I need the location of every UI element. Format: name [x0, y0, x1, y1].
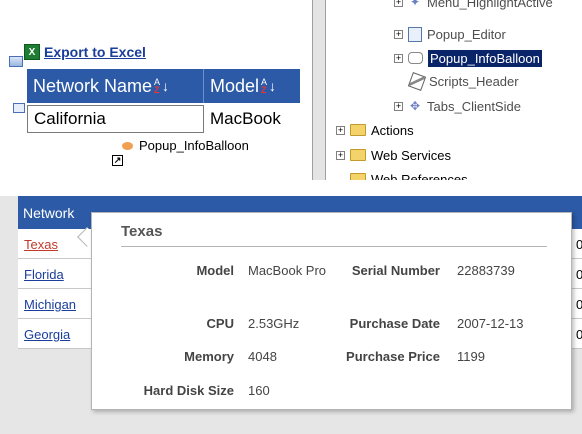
page-icon: ✦ — [409, 0, 421, 9]
row-trailing-value: 0 — [576, 297, 582, 312]
tree-item-label: Scripts_Header — [429, 73, 519, 89]
row-trailing-value: 0 — [576, 327, 582, 342]
purchase-date-value: 2007-12-13 — [457, 316, 524, 331]
tree-item-label: Web References — [371, 171, 468, 181]
tree-item-web-references[interactable]: Web References — [350, 169, 468, 180]
sort-arrow-icon: ↓ — [269, 78, 277, 94]
column-header-label: Network Name — [33, 75, 153, 96]
serial-number-value: 22883739 — [457, 263, 515, 278]
tree-item-label-selected: Popup_InfoBalloon — [428, 49, 542, 67]
tabs-icon: ✥ — [409, 99, 421, 113]
model-value: MacBook Pro — [248, 263, 327, 278]
model-label: Model — [196, 263, 234, 278]
row-link-florida[interactable]: Florida — [24, 267, 64, 282]
shortcut-arrow-icon: ↗ — [112, 155, 123, 166]
tree-item-label: Menu_HighlightActive — [427, 0, 553, 10]
model-cell: MacBook — [210, 109, 281, 128]
network-name-cell[interactable] — [27, 105, 204, 133]
tree-item-popup-editor[interactable]: + Popup_Editor — [394, 24, 506, 44]
purchase-date-label: Purchase Date — [349, 316, 440, 331]
expand-icon[interactable]: + — [336, 150, 345, 160]
purchase-price-value: 1199 — [457, 349, 485, 364]
export-to-excel-label[interactable]: Export to Excel — [44, 44, 146, 60]
tree-item-actions[interactable]: + Actions — [336, 120, 414, 140]
tree-item-label: Actions — [371, 122, 414, 138]
column-header-network-name[interactable]: Network Name A Z ↓ — [27, 69, 204, 103]
script-icon — [407, 71, 427, 91]
folder-icon — [350, 149, 366, 161]
sort-arrow-icon: ↓ — [162, 78, 170, 94]
hard-disk-size-value: 160 — [248, 383, 270, 398]
edit-row-icon[interactable] — [13, 103, 25, 113]
row-link-georgia[interactable]: Georgia — [24, 327, 70, 342]
column-header-model[interactable]: Model A Z ↓ — [204, 69, 300, 103]
folder-icon — [350, 124, 366, 136]
speech-bubble-icon — [408, 52, 423, 64]
popup-infoballoon-control[interactable]: Popup_InfoBalloon — [120, 138, 249, 153]
designer-data-row: MacBook — [27, 105, 300, 133]
folder-icon — [350, 173, 366, 180]
row-trailing-value: 0 — [576, 237, 582, 252]
expand-icon[interactable]: + — [394, 53, 403, 63]
excel-icon: X — [24, 44, 40, 60]
sort-az-icon[interactable]: A Z — [261, 78, 267, 95]
balloon-title: Texas — [121, 223, 163, 240]
tree-item-scripts-header[interactable]: Scripts_Header — [407, 71, 519, 91]
sort-glyph-bottom: Z — [261, 85, 267, 95]
expand-icon[interactable]: + — [336, 125, 345, 135]
grid-control-icon[interactable] — [9, 56, 23, 67]
info-balloon: Texas Model MacBook Pro Serial Number 22… — [91, 212, 572, 410]
serial-number-label: Serial Number — [351, 263, 440, 278]
tree-item-label: Popup_Editor — [427, 26, 506, 42]
sort-glyph-bottom: Z — [154, 85, 160, 95]
column-header-label: Model — [210, 75, 260, 96]
memory-label: Memory — [184, 349, 234, 364]
expand-icon[interactable]: + — [394, 101, 403, 111]
tree-item-popup-infoballoon[interactable]: + Popup_InfoBalloon — [394, 48, 542, 68]
designer-grid-header: Network Name A Z ↓ Model A Z ↓ — [27, 69, 300, 103]
balloon-divider — [121, 246, 547, 247]
row-trailing-value: 0 — [576, 267, 582, 282]
file-icon — [408, 26, 422, 42]
sort-az-icon[interactable]: A Z — [154, 78, 160, 95]
network-name-input[interactable] — [34, 109, 203, 129]
tree-item-tabs-clientside[interactable]: + ✥ Tabs_ClientSide — [394, 96, 521, 116]
tree-item-label: Web Services — [371, 147, 451, 163]
cpu-label: CPU — [206, 316, 234, 331]
grid-header-label[interactable]: Network — [23, 205, 74, 221]
designer-panel: X Export to Excel Network Name A Z ↓ Mod… — [0, 0, 318, 180]
hard-disk-size-label: Hard Disk Size — [143, 383, 234, 398]
balloon-icon — [120, 139, 136, 153]
expand-icon[interactable]: + — [394, 0, 403, 7]
cpu-value: 2.53GHz — [248, 316, 300, 331]
tree-item-web-services[interactable]: + Web Services — [336, 145, 451, 165]
expand-icon[interactable]: + — [394, 29, 403, 39]
row-link-texas[interactable]: Texas — [24, 237, 58, 252]
tree-item-menu-highlight[interactable]: + ✦ Menu_HighlightActive — [394, 0, 553, 12]
row-link-michigan[interactable]: Michigan — [24, 297, 76, 312]
separator-band — [0, 180, 582, 196]
tree-item-label: Tabs_ClientSide — [427, 98, 521, 114]
export-to-excel-link[interactable]: X Export to Excel — [24, 44, 146, 60]
purchase-price-label: Purchase Price — [346, 349, 440, 364]
memory-value: 4048 — [248, 349, 277, 364]
solution-tree: + ✦ Menu_HighlightActive + Popup_Editor … — [326, 0, 582, 180]
popup-control-label: Popup_InfoBalloon — [139, 138, 249, 153]
panel-splitter[interactable] — [312, 0, 326, 180]
